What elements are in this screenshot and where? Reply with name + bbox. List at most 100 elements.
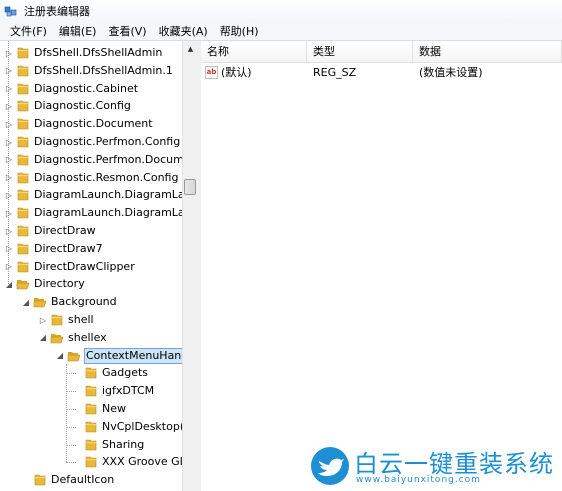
value-data: (数值未设置) xyxy=(419,66,483,79)
expand-arrow-icon[interactable]: ▷ xyxy=(4,47,14,59)
folder-icon xyxy=(17,101,29,112)
expand-arrow-icon[interactable]: ▷ xyxy=(4,189,14,201)
folder-icon xyxy=(17,47,29,59)
tree-item-label[interactable]: DfsShell.DfsShellAdmin.1 xyxy=(33,63,174,79)
tree-item-label[interactable]: Diagnostic.Resmon.Config xyxy=(33,170,179,186)
bird-logo-icon xyxy=(311,447,349,485)
collapse-arrow-icon[interactable]: ◢ xyxy=(55,350,65,362)
folder-icon xyxy=(17,225,29,237)
tree-item-label[interactable]: shell xyxy=(67,312,95,328)
menu-file[interactable]: 文件(F) xyxy=(4,23,53,39)
tree-item[interactable]: NvCplDesktop( xyxy=(0,418,182,436)
tree-vertical-scrollbar[interactable]: ▲ xyxy=(182,41,197,491)
tree-item[interactable]: ◢ Directory xyxy=(0,275,182,293)
menu-favorites[interactable]: 收藏夹(A) xyxy=(153,23,214,39)
tree-item-label[interactable]: DiagramLaunch.DiagramLau xyxy=(33,205,182,221)
expand-arrow-icon[interactable]: ▷ xyxy=(4,207,14,219)
folder-icon xyxy=(85,439,97,450)
watermark-logo: 白云一键重装系统 www.baiyunxitong.com xyxy=(310,444,562,491)
menu-bar: 文件(F) 编辑(E) 查看(V) 收藏夹(A) 帮助(H) xyxy=(0,21,562,41)
column-header-name[interactable]: 名称 xyxy=(201,41,307,63)
tree-item-label[interactable]: Diagnostic.Document xyxy=(33,116,154,132)
tree-item-label[interactable]: Gadgets xyxy=(101,365,149,381)
collapse-arrow-icon[interactable]: ◢ xyxy=(21,296,31,308)
tree-item[interactable]: ▷ DirectDraw xyxy=(0,222,182,240)
expand-arrow-icon[interactable]: ▷ xyxy=(4,243,14,255)
folder-icon xyxy=(17,118,29,130)
column-header-type[interactable]: 类型 xyxy=(307,41,413,63)
tree-item-label[interactable]: DfsShell.DfsShellAdmin xyxy=(33,45,163,61)
tree-item[interactable]: New xyxy=(0,400,182,418)
collapse-arrow-icon[interactable]: ◢ xyxy=(4,278,14,290)
expand-arrow-icon[interactable]: ▷ xyxy=(4,83,14,95)
tree-item-label[interactable]: Diagnostic.Config xyxy=(33,98,132,114)
title-bar: 注册表编辑器 xyxy=(0,0,562,21)
tree-item-label[interactable]: Diagnostic.Cabinet xyxy=(33,81,139,97)
expand-arrow-icon[interactable]: ▷ xyxy=(4,65,14,77)
tree-item[interactable]: ◢ Background xyxy=(0,293,182,311)
menu-view[interactable]: 查看(V) xyxy=(102,23,152,39)
expand-arrow-icon[interactable]: ▷ xyxy=(4,136,14,148)
tree-item[interactable]: ▷ Diagnostic.Document xyxy=(0,115,182,133)
value-row[interactable]: ab (默认) REG_SZ (数值未设置) xyxy=(201,64,562,82)
tree-item[interactable]: ▷ Diagnostic.Config xyxy=(0,97,182,115)
tree-item[interactable]: Sharing xyxy=(0,436,182,454)
scroll-thumb[interactable] xyxy=(184,179,196,195)
tree-item-label[interactable]: Directory xyxy=(33,276,86,292)
folder-icon xyxy=(85,368,97,379)
tree-item-label[interactable]: igfxDTCM xyxy=(101,383,155,399)
tree-item[interactable]: ▷ DirectDrawClipper xyxy=(0,258,182,276)
tree-item[interactable]: ▷ DiagramLaunch.DiagramLau xyxy=(0,204,182,222)
tree-item[interactable]: ▷ shell xyxy=(0,311,182,329)
tree-item[interactable]: ◢ shellex xyxy=(0,329,182,347)
tree-item[interactable]: ▷ DirectDraw7 xyxy=(0,240,182,258)
tree-item-label[interactable]: DirectDraw7 xyxy=(33,241,104,257)
collapse-arrow-icon[interactable]: ◢ xyxy=(38,332,48,344)
tree-item[interactable]: ▷ Diagnostic.Resmon.Config xyxy=(0,169,182,187)
menu-help[interactable]: 帮助(H) xyxy=(214,23,265,39)
menu-edit[interactable]: 编辑(E) xyxy=(53,23,103,39)
tree-item-label[interactable]: DirectDrawClipper xyxy=(33,259,136,275)
tree-item-label[interactable]: DiagramLaunch.DiagramLau xyxy=(33,187,182,203)
expand-arrow-icon[interactable]: ▷ xyxy=(38,314,48,326)
folder-icon xyxy=(85,421,97,433)
tree-item-label[interactable]: DefaultIcon xyxy=(50,472,115,488)
expand-arrow-icon[interactable]: ▷ xyxy=(4,118,14,130)
tree-item[interactable]: igfxDTCM xyxy=(0,382,182,400)
watermark-url: www.baiyunxitong.com xyxy=(356,475,481,485)
expand-arrow-icon[interactable]: ▷ xyxy=(4,100,14,112)
tree-item[interactable]: Gadgets xyxy=(0,364,182,382)
tree-item-label[interactable]: DirectDraw xyxy=(33,223,97,239)
tree-item-label[interactable]: Diagnostic.Perfmon.Docume xyxy=(33,152,182,168)
folder-icon xyxy=(17,261,29,272)
registry-editor-icon xyxy=(4,4,18,18)
tree-item-label[interactable]: shellex xyxy=(67,330,108,346)
expand-arrow-icon[interactable]: ▷ xyxy=(4,172,14,184)
tree-item-label[interactable]: Sharing xyxy=(101,437,145,453)
tree-item[interactable]: DefaultIcon xyxy=(0,471,182,489)
scroll-up-arrow-icon[interactable]: ▲ xyxy=(183,41,198,56)
column-header-data[interactable]: 数据 xyxy=(413,41,562,63)
expand-arrow-icon[interactable]: ▷ xyxy=(4,154,14,166)
tree-item[interactable]: ▷ Diagnostic.Perfmon.Docume xyxy=(0,151,182,169)
tree-item-label[interactable]: Diagnostic.Perfmon.Config xyxy=(33,134,181,150)
expand-arrow-icon[interactable]: ▷ xyxy=(4,261,14,273)
tree-item-label[interactable]: Background xyxy=(50,294,118,310)
tree-item[interactable]: ◢ ContextMenuHanc xyxy=(0,347,182,365)
tree-item-label[interactable]: ContextMenuHanc xyxy=(84,347,182,364)
tree-item[interactable]: XXX Groove GI xyxy=(0,453,182,471)
folder-open-icon xyxy=(67,351,81,361)
folder-open-icon xyxy=(16,280,30,290)
expand-arrow-icon[interactable]: ▷ xyxy=(4,225,14,237)
tree-item[interactable]: ▷ Diagnostic.Perfmon.Config xyxy=(0,133,182,151)
string-value-icon: ab xyxy=(205,66,218,79)
tree-item[interactable]: ▷ DfsShell.DfsShellAdmin xyxy=(0,44,182,62)
registry-key-tree[interactable]: ▷ DfsShell.DfsShellAdmin ▷ DfsShell.DfsShel… xyxy=(0,41,197,491)
tree-item-label[interactable]: XXX Groove GI xyxy=(101,454,182,470)
values-list: 名称 类型 数据 ab (默认) REG_SZ (数值未设置) xyxy=(201,41,562,491)
tree-item[interactable]: ▷ DiagramLaunch.DiagramLau xyxy=(0,186,182,204)
tree-item-label[interactable]: NvCplDesktop( xyxy=(101,419,182,435)
tree-item[interactable]: ▷ DfsShell.DfsShellAdmin.1 xyxy=(0,62,182,80)
tree-item[interactable]: ▷ Diagnostic.Cabinet xyxy=(0,80,182,98)
tree-item-label[interactable]: New xyxy=(101,401,127,417)
